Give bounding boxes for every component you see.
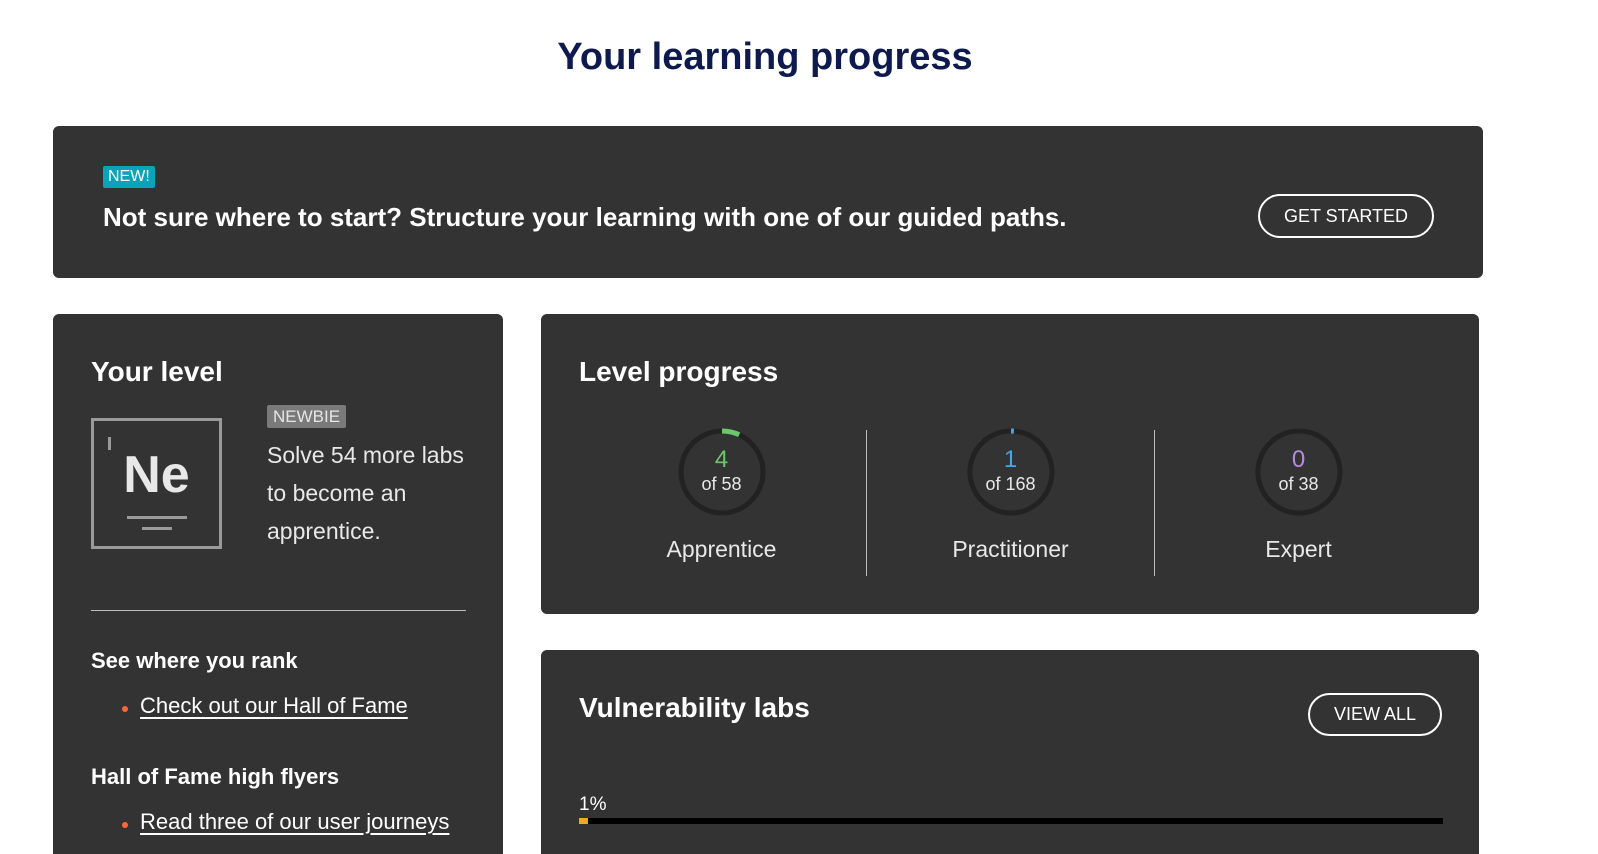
level-progress-heading: Level progress: [579, 356, 779, 387]
level-element-icon: Ne: [91, 418, 222, 549]
hall-of-fame-link[interactable]: Check out our Hall of Fame: [140, 693, 408, 719]
stat-total: of 38: [1278, 474, 1319, 494]
progress-percent: 1%: [579, 794, 607, 815]
user-journeys-link[interactable]: Read three of our user journeys: [140, 809, 449, 835]
stat-total: of 58: [701, 474, 742, 494]
stat-total: of 168: [985, 474, 1036, 494]
stat-count: 0: [1291, 446, 1306, 473]
view-all-button[interactable]: VIEW ALL: [1308, 693, 1442, 736]
your-level-heading: Your level: [91, 356, 223, 387]
guided-paths-banner: NEW! Not sure where to start? Structure …: [53, 126, 1483, 278]
stat-label: Apprentice: [666, 536, 777, 562]
progress-bar-fill: [579, 818, 588, 824]
your-level-card: Your level Ne NEWBIE Solve 54 more labs …: [53, 314, 503, 854]
stat-label: Practitioner: [952, 536, 1069, 562]
element-symbol: Ne: [123, 446, 190, 504]
vulnerability-labs-card: Vulnerability labs VIEW ALL 1%: [541, 650, 1479, 854]
level-progress-card: Level progress 4 of 58 Apprentice 1 of 1…: [541, 314, 1479, 614]
stat-apprentice: 4 of 58 Apprentice: [578, 426, 865, 563]
level-description: Solve 54 more labs to become an apprenti…: [267, 442, 464, 544]
stat-label: Expert: [1265, 536, 1332, 562]
get-started-button[interactable]: GET STARTED: [1258, 194, 1434, 238]
bullet-icon: [122, 706, 128, 712]
flyers-heading: Hall of Fame high flyers: [91, 764, 340, 789]
vulnerability-labs-heading: Vulnerability labs: [579, 692, 810, 723]
stat-count: 4: [714, 446, 729, 473]
level-badge: NEWBIE: [267, 405, 347, 428]
stat-expert: 0 of 38 Expert: [1155, 426, 1442, 563]
element-line: [142, 527, 172, 530]
page-title: Your learning progress: [557, 36, 973, 78]
stat-count: 1: [1003, 446, 1018, 473]
element-line: [127, 516, 187, 519]
rank-heading: See where you rank: [91, 648, 298, 673]
new-badge: NEW!: [103, 166, 155, 188]
divider: [91, 610, 466, 611]
progress-bar: [579, 818, 1443, 824]
bullet-icon: [122, 822, 128, 828]
banner-text: Not sure where to start? Structure your …: [103, 202, 1067, 232]
stat-practitioner: 1 of 168 Practitioner: [867, 426, 1154, 563]
